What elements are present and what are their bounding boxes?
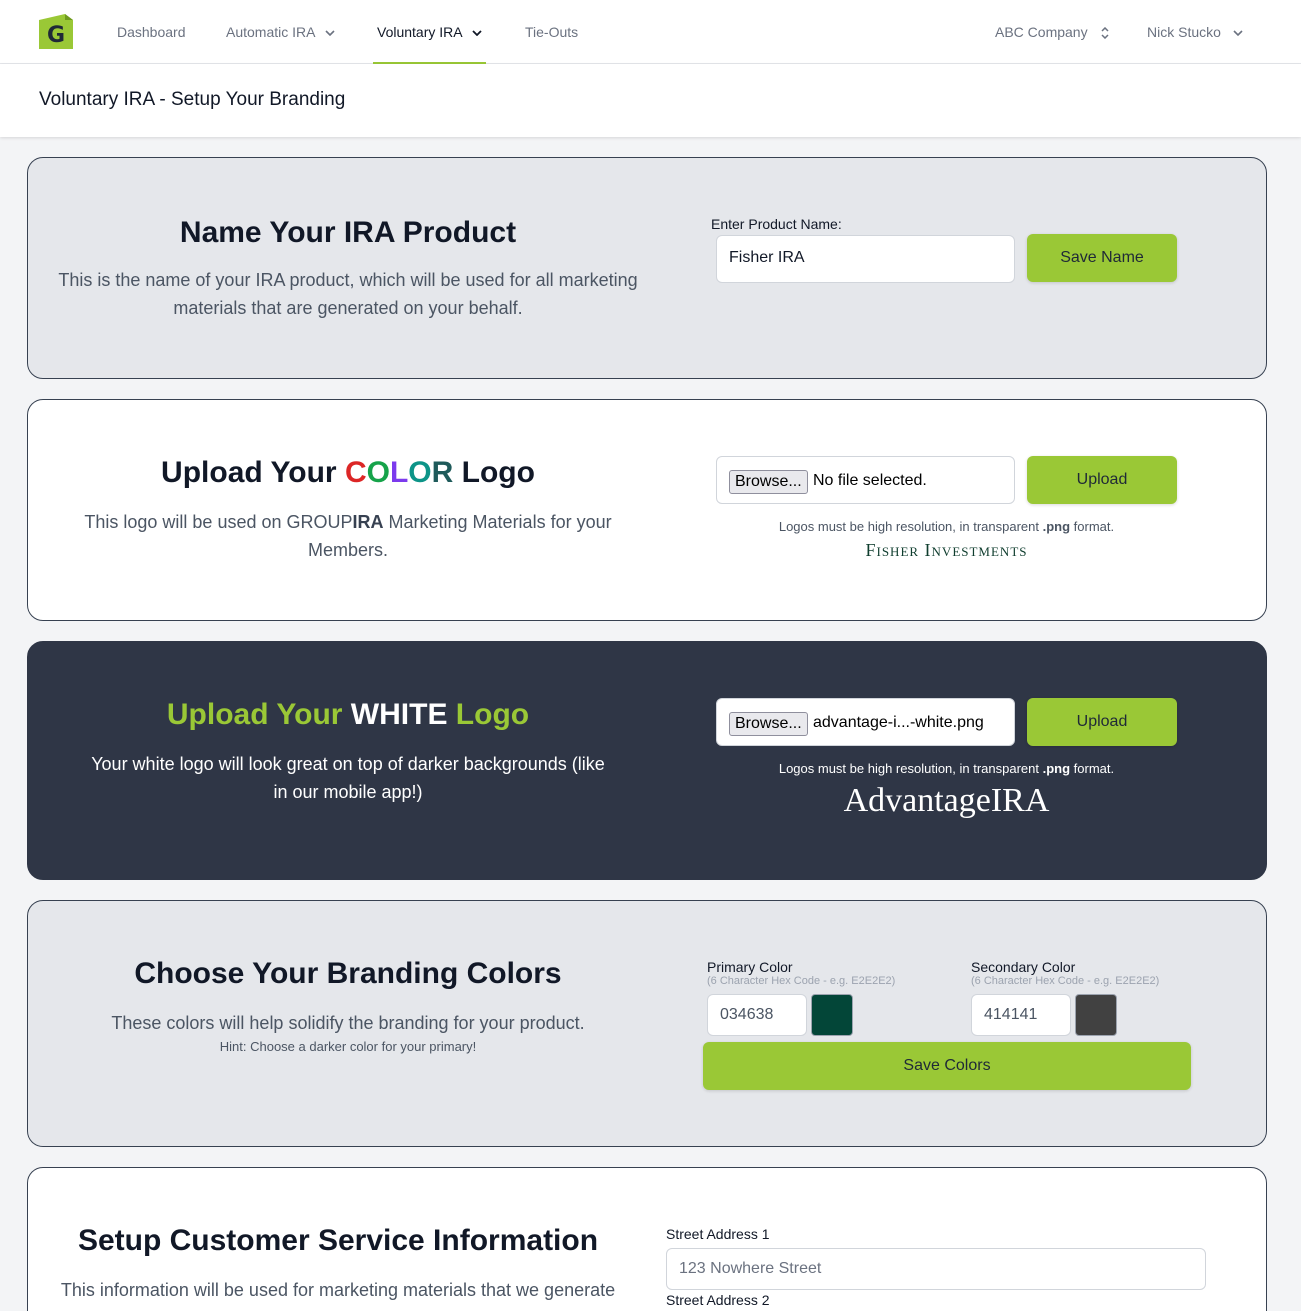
company-name: ABC Company — [995, 24, 1088, 40]
product-name-input[interactable]: Fisher IRA — [716, 235, 1015, 283]
chevron-down-icon — [1233, 30, 1243, 37]
chevron-down-icon — [472, 30, 482, 37]
groupira-logo-icon[interactable]: G — [39, 14, 73, 49]
color-logo-title: Upload Your COLOR Logo — [28, 456, 668, 490]
selected-file-name: advantage-i...-white.png — [813, 714, 984, 731]
color-letter: C — [344, 456, 367, 489]
customer-service-card: Setup Customer Service Information This … — [27, 1167, 1267, 1311]
secondary-color-label: Secondary Color — [971, 959, 1076, 975]
color-logo-description: This logo will be used on GROUPIRA Marke… — [68, 508, 628, 564]
color-logo-preview: Fisher Investments — [865, 540, 1028, 560]
primary-color-label: Primary Color — [707, 959, 793, 975]
nav-automatic-ira-label: Automatic IRA — [226, 24, 315, 40]
color-logo-title-prefix: Upload Your — [161, 456, 345, 489]
secondary-color-sublabel: (6 Character Hex Code - e.g. E2E2E2) — [971, 975, 1160, 987]
customer-service-description: This information will be used for market… — [60, 1280, 616, 1300]
save-name-button[interactable]: Save Name — [1027, 234, 1177, 282]
note-prefix: Logos must be high resolution, in transp… — [778, 519, 1043, 534]
white-logo-title-part1: Upload Your — [166, 698, 351, 731]
street-address-1-placeholder: 123 Nowhere Street — [679, 1260, 822, 1277]
company-selector[interactable]: ABC Company — [995, 0, 1110, 64]
nav-voluntary-ira-label: Voluntary IRA — [377, 24, 462, 40]
color-letter: O — [366, 456, 390, 489]
branding-colors-title: Choose Your Branding Colors — [134, 957, 562, 990]
logo-format-note: Logos must be high resolution, in transp… — [716, 519, 1177, 534]
top-navigation: G Dashboard Automatic IRA Voluntary IRA … — [0, 0, 1301, 64]
product-name-label: Enter Product Name: — [711, 216, 842, 232]
white-logo-title: Upload Your WHITE Logo — [28, 698, 668, 732]
nav-voluntary-ira[interactable]: Voluntary IRA — [373, 0, 486, 64]
user-name: Nick Stucko — [1147, 24, 1221, 40]
white-logo-preview: AdvantageIRA — [843, 782, 1050, 819]
upload-color-logo-button[interactable]: Upload — [1027, 456, 1177, 504]
color-logo-title-suffix: Logo — [453, 456, 535, 489]
svg-text:G: G — [47, 23, 65, 48]
color-logo-card: Upload Your COLOR Logo This logo will be… — [27, 399, 1267, 621]
nav-dashboard[interactable]: Dashboard — [117, 0, 186, 64]
chevron-up-down-icon — [1101, 27, 1110, 40]
color-letter: R — [431, 456, 454, 489]
white-logo-title-white: WHITE — [350, 698, 448, 731]
branding-colors-card: Choose Your Branding Colors These colors… — [27, 900, 1267, 1147]
user-menu[interactable]: Nick Stucko — [1147, 0, 1243, 64]
color-letter: O — [408, 456, 432, 489]
color-logo-description-prefix: This logo will be used on GROUP — [84, 512, 353, 532]
page-header: Voluntary IRA - Setup Your Branding — [0, 64, 1301, 137]
logo-format-note: Logos must be high resolution, in transp… — [716, 761, 1177, 776]
color-logo-description-bold: IRA — [352, 512, 384, 532]
color-word: COLOR — [345, 456, 453, 489]
nav-tie-outs-label: Tie-Outs — [525, 24, 579, 40]
nav-tie-outs[interactable]: Tie-Outs — [525, 0, 578, 64]
nav-automatic-ira[interactable]: Automatic IRA — [226, 0, 335, 64]
color-letter: L — [389, 456, 409, 489]
note-bold: .png — [1042, 761, 1071, 776]
note-prefix: Logos must be high resolution, in transp… — [778, 761, 1043, 776]
primary-color-input[interactable]: 034638 — [707, 994, 807, 1036]
product-name-card: Name Your IRA Product This is the name o… — [27, 157, 1267, 379]
white-logo-card: Upload Your WHITE Logo Your white logo w… — [27, 641, 1267, 880]
secondary-color-swatch — [1075, 994, 1117, 1036]
save-colors-button[interactable]: Save Colors — [703, 1042, 1191, 1090]
nav-dashboard-label: Dashboard — [117, 24, 186, 40]
product-name-description: This is the name of your IRA product, wh… — [58, 270, 638, 318]
selected-file-name: No file selected. — [813, 472, 927, 489]
note-suffix: format. — [1070, 519, 1115, 534]
page-title: Voluntary IRA - Setup Your Branding — [39, 89, 346, 110]
upload-white-logo-button[interactable]: Upload — [1027, 698, 1177, 746]
secondary-color-value: 414141 — [984, 1006, 1038, 1023]
color-logo-file-input[interactable]: Browse... No file selected. — [716, 456, 1015, 504]
white-logo-title-part3: Logo — [447, 698, 530, 731]
primary-color-value: 034638 — [720, 1006, 774, 1023]
product-name-value: Fisher IRA — [729, 249, 805, 266]
browse-button[interactable]: Browse... — [729, 712, 808, 736]
secondary-color-input[interactable]: 414141 — [971, 994, 1071, 1036]
white-logo-file-input[interactable]: Browse... advantage-i...-white.png — [716, 698, 1015, 746]
branding-colors-hint: Hint: Choose a darker color for your pri… — [219, 1039, 477, 1054]
product-name-title: Name Your IRA Product — [179, 216, 517, 249]
note-bold: .png — [1042, 519, 1071, 534]
primary-color-swatch — [811, 994, 853, 1036]
white-logo-description: Your white logo will look great on top o… — [91, 754, 605, 802]
browse-button[interactable]: Browse... — [729, 470, 808, 494]
street-address-2-label: Street Address 2 — [666, 1292, 770, 1308]
street-address-1-input[interactable]: 123 Nowhere Street — [666, 1248, 1206, 1290]
chevron-down-icon — [325, 30, 335, 37]
branding-colors-description: These colors will help solidify the bran… — [111, 1013, 585, 1033]
street-address-1-label: Street Address 1 — [666, 1226, 770, 1242]
customer-service-title: Setup Customer Service Information — [77, 1224, 599, 1257]
note-suffix: format. — [1070, 761, 1115, 776]
primary-color-sublabel: (6 Character Hex Code - e.g. E2E2E2) — [707, 975, 896, 987]
